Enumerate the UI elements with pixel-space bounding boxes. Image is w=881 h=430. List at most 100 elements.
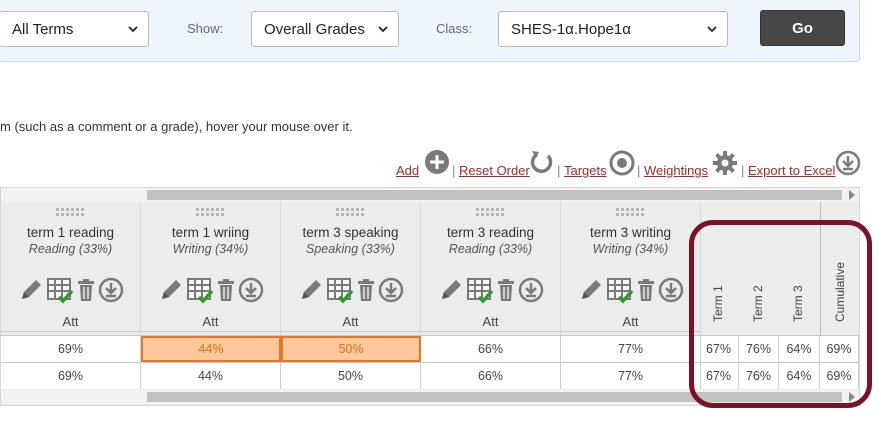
grid-check-icon[interactable]	[466, 276, 494, 304]
refresh-icon[interactable]	[528, 149, 555, 176]
grade-cell[interactable]: 66%	[421, 363, 561, 389]
trash-icon[interactable]	[76, 278, 96, 302]
download-circle-icon[interactable]	[378, 277, 404, 303]
grade-cell[interactable]: 69%	[1, 336, 141, 362]
edit-pencil-icon[interactable]	[158, 277, 184, 303]
summary-cell: 67%	[699, 363, 739, 389]
summary-cell: 67%	[699, 336, 739, 362]
grade-cell[interactable]: 77%	[561, 363, 701, 389]
attainment-label: Att	[622, 314, 639, 329]
scroll-right-arrow[interactable]	[849, 190, 855, 200]
trash-icon[interactable]	[356, 278, 376, 302]
assessment-title: term 1 reading	[26, 225, 115, 240]
class-select-value: SHES-1α.Hope1α	[511, 20, 631, 38]
table-row: 69% 44% 50% 66% 77% 67% 76% 64% 69%	[1, 362, 859, 389]
assessment-column-header[interactable]: term 1 wriing Writing (34%) Att	[141, 202, 281, 335]
go-button[interactable]: Go	[760, 10, 845, 46]
drag-handle-icon[interactable]	[335, 208, 366, 216]
instructions-text: m (such as a comment or a grade), hover …	[0, 119, 353, 134]
horizontal-scrollbar-top[interactable]	[1, 188, 859, 202]
attainment-label: Att	[342, 314, 359, 329]
assessment-title: term 3 speaking	[302, 225, 399, 240]
trash-icon[interactable]	[496, 278, 516, 302]
download-circle-icon[interactable]	[98, 277, 124, 303]
assessment-weighting: Reading (33%)	[28, 242, 113, 256]
assessment-column-header[interactable]: term 3 writing Writing (34%) Att	[561, 202, 701, 335]
grid-check-icon[interactable]	[186, 276, 214, 304]
reset-order-link[interactable]: Reset Order	[459, 163, 530, 178]
drag-handle-icon[interactable]	[615, 208, 646, 216]
assessment-column-header[interactable]: term 3 speaking Speaking (33%) Att	[281, 202, 421, 335]
show-label: Show:	[187, 21, 224, 36]
download-circle-icon[interactable]	[658, 277, 684, 303]
edit-pencil-icon[interactable]	[578, 277, 604, 303]
chevron-down-icon	[707, 26, 717, 33]
trash-icon[interactable]	[216, 278, 236, 302]
class-select[interactable]: SHES-1α.Hope1α	[498, 11, 728, 47]
grid-check-icon[interactable]	[46, 276, 74, 304]
target-icon[interactable]	[609, 150, 635, 176]
grade-cell-highlighted[interactable]: 44%	[141, 336, 281, 362]
targets-link[interactable]: Targets	[564, 163, 607, 178]
toolbar-separator: |	[741, 163, 745, 178]
show-select-value: Overall Grades	[264, 20, 365, 38]
export-excel-link[interactable]: Export to Excel	[748, 163, 835, 178]
assessment-actions	[158, 276, 264, 304]
show-select[interactable]: Overall Grades	[251, 11, 399, 47]
download-circle-icon[interactable]	[835, 150, 861, 176]
assessment-column-header[interactable]: term 1 reading Reading (33%) Att	[1, 202, 141, 335]
edit-pencil-icon[interactable]	[438, 277, 464, 303]
scrollbar-thumb[interactable]	[147, 392, 842, 402]
grade-cell[interactable]: 77%	[561, 336, 701, 362]
scrollbar-thumb[interactable]	[147, 190, 842, 200]
filter-bar: All Terms Show: Overall Grades Class: SH…	[0, 0, 860, 62]
assessment-weighting: Writing (34%)	[592, 242, 669, 256]
download-circle-icon[interactable]	[518, 277, 544, 303]
assessment-title: term 3 reading	[446, 225, 535, 240]
toolbar-separator: |	[452, 163, 456, 178]
assessment-weighting: Reading (33%)	[448, 242, 533, 256]
class-label: Class:	[436, 21, 473, 36]
grade-cell-highlighted[interactable]: 50%	[281, 336, 421, 362]
divider	[421, 331, 560, 332]
table-row: 69% 44% 50% 66% 77% 67% 76% 64% 69%	[1, 335, 859, 362]
edit-pencil-icon[interactable]	[18, 277, 44, 303]
summary-header-term1: Term 1	[711, 285, 725, 322]
assessment-actions	[438, 276, 544, 304]
assessment-actions	[298, 276, 404, 304]
attainment-label: Att	[482, 314, 499, 329]
summary-header-cumulative: Cumulative	[833, 261, 847, 322]
grade-cell[interactable]: 66%	[421, 336, 561, 362]
summary-header-term2: Term 2	[751, 285, 765, 322]
grade-cell[interactable]: 44%	[141, 363, 281, 389]
summary-cell: 69%	[820, 336, 859, 362]
edit-pencil-icon[interactable]	[298, 277, 324, 303]
assessment-column-header[interactable]: term 3 reading Reading (33%) Att	[421, 202, 561, 335]
add-circle-icon[interactable]	[424, 149, 450, 175]
assessment-title: term 1 wriing	[171, 225, 250, 240]
trash-icon[interactable]	[636, 278, 656, 302]
summary-cell: 64%	[779, 363, 820, 389]
drag-handle-icon[interactable]	[475, 208, 506, 216]
grid-check-icon[interactable]	[326, 276, 354, 304]
grade-cell[interactable]: 50%	[281, 363, 421, 389]
grid-check-icon[interactable]	[606, 276, 634, 304]
terms-select[interactable]: All Terms	[0, 11, 149, 47]
assessment-actions	[578, 276, 684, 304]
chevron-down-icon	[378, 26, 388, 33]
assessment-weighting: Writing (34%)	[172, 242, 249, 256]
add-link[interactable]: Add	[396, 163, 419, 178]
grade-cell[interactable]: 69%	[1, 363, 141, 389]
weightings-link[interactable]: Weightings	[644, 163, 708, 178]
toolbar-separator: |	[557, 163, 561, 178]
drag-handle-icon[interactable]	[55, 208, 86, 216]
download-circle-icon[interactable]	[238, 277, 264, 303]
toolbar-separator: |	[637, 163, 641, 178]
assessment-actions	[18, 276, 124, 304]
assessment-weighting: Speaking (33%)	[306, 242, 395, 256]
divider	[561, 331, 700, 332]
horizontal-scrollbar-bottom[interactable]	[1, 390, 859, 404]
scroll-right-arrow[interactable]	[849, 392, 855, 402]
drag-handle-icon[interactable]	[195, 208, 226, 216]
gear-icon[interactable]	[711, 149, 739, 177]
